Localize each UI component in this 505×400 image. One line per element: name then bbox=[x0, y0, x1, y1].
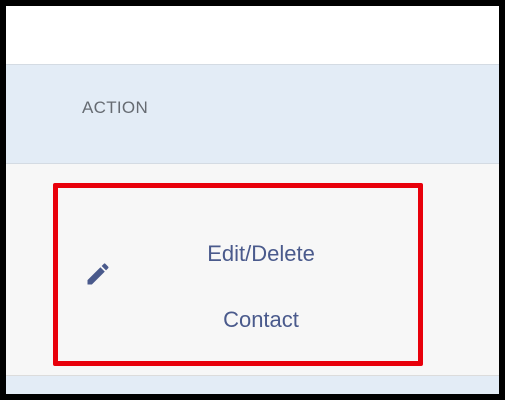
top-blank-area bbox=[6, 6, 499, 64]
edit-delete-contact-link[interactable]: Edit/Delete Contact bbox=[161, 221, 361, 353]
column-header-action: ACTION bbox=[82, 98, 149, 117]
pencil-icon[interactable] bbox=[84, 260, 112, 288]
edit-delete-contact-action[interactable]: Edit/Delete Contact bbox=[81, 213, 401, 333]
table-row-next bbox=[6, 376, 499, 394]
table-header: ACTION bbox=[6, 64, 499, 164]
screenshot-frame: ACTION Edit/Delete Contact bbox=[0, 0, 505, 400]
